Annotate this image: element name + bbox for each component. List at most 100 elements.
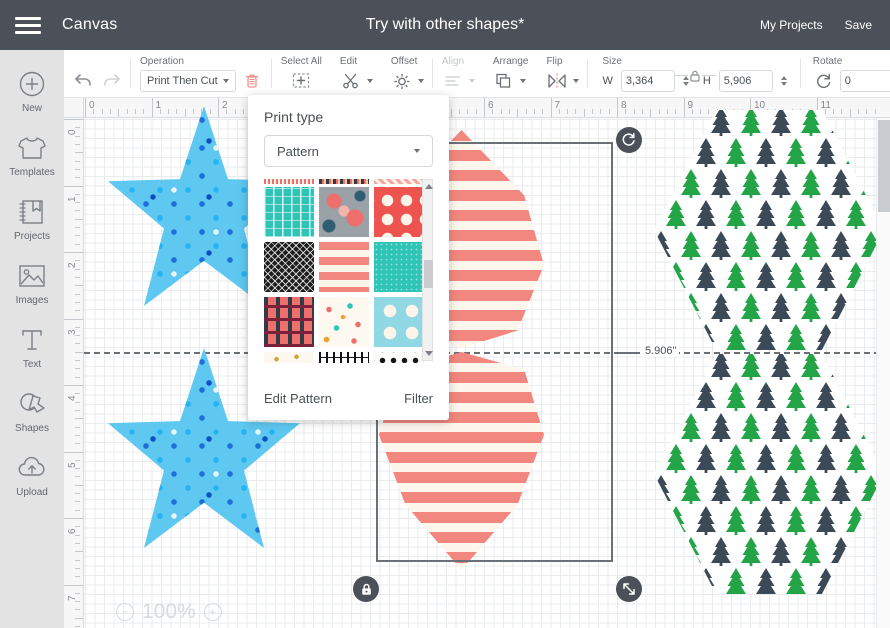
ruler-minor-tick xyxy=(666,109,668,114)
sidebar-item-images[interactable]: Images xyxy=(0,254,64,312)
ruler-major-tick xyxy=(617,98,618,117)
pine-tree-icon xyxy=(828,168,854,201)
sidebar-item-upload[interactable]: Upload xyxy=(0,446,64,504)
pattern-scrollbar-thumb[interactable] xyxy=(424,260,433,288)
pattern-swatch-light-blue-dots[interactable] xyxy=(374,297,424,347)
select-all-icon[interactable] xyxy=(290,70,312,92)
height-dimension-tick xyxy=(618,352,640,354)
canvas-grid[interactable]: 3.364" 5.906" − 100% + xyxy=(84,106,890,628)
ruler-minor-tick xyxy=(650,109,652,117)
height-stepper[interactable] xyxy=(780,75,787,86)
ruler-minor-tick xyxy=(75,459,80,461)
pine-tree-icon xyxy=(678,230,704,263)
hexagon-trees-bottom[interactable] xyxy=(654,354,884,594)
pattern-swatch-red-polka-dots[interactable] xyxy=(374,187,424,237)
pattern-sliver[interactable] xyxy=(374,179,424,184)
pattern-sliver[interactable] xyxy=(264,179,314,184)
ruler-minor-tick xyxy=(75,443,80,445)
pine-tree-icon xyxy=(723,323,749,350)
pattern-scrollbar[interactable] xyxy=(422,179,433,361)
sidebar-item-shapes[interactable]: Shapes xyxy=(0,382,64,440)
edit-pattern-link[interactable]: Edit Pattern xyxy=(264,391,332,406)
print-type-select[interactable]: Pattern xyxy=(264,135,433,167)
resize-handle[interactable] xyxy=(616,576,642,602)
pine-tree-icon xyxy=(813,323,839,350)
pine-tree-icon xyxy=(828,474,854,507)
ruler-minor-tick xyxy=(75,501,80,503)
scissors-icon[interactable] xyxy=(340,70,362,92)
scrollbar-thumb[interactable] xyxy=(878,120,890,212)
lock-handle-icon xyxy=(361,583,371,595)
ruler-major-tick xyxy=(683,98,685,117)
pattern-swatch-confetti-speckle[interactable] xyxy=(319,297,369,347)
offset-icon[interactable] xyxy=(391,70,413,92)
pattern-swatch-teal-texture[interactable] xyxy=(374,242,424,292)
ruler-minor-tick xyxy=(450,109,452,117)
pine-tree-icon xyxy=(813,567,839,594)
undo-arrow-icon[interactable] xyxy=(73,69,95,91)
canvas-area[interactable]: 01234567891011 01234567 3.364" 5.906" xyxy=(64,98,890,628)
pattern-swatch-floral-roses-gray[interactable] xyxy=(319,187,369,237)
ruler-minor-tick xyxy=(75,160,80,162)
chevron-down-icon[interactable] xyxy=(366,78,373,83)
size-group: Size W 3,364 H 5,906 xyxy=(588,50,802,97)
pattern-grid[interactable] xyxy=(264,187,424,363)
rotate-icon[interactable] xyxy=(813,70,835,92)
minus-circle-icon[interactable]: − xyxy=(116,603,134,621)
pine-tree-icon xyxy=(738,536,764,569)
ruler-minor-tick xyxy=(75,310,80,312)
ruler-minor-tick xyxy=(708,109,710,114)
flip-icon[interactable] xyxy=(546,70,568,92)
pine-tree-icon xyxy=(753,443,779,476)
sidebar-item-new[interactable]: New xyxy=(0,62,64,120)
chevron-down-icon[interactable] xyxy=(519,78,526,83)
pattern-swatch-black-chevron[interactable] xyxy=(264,242,314,292)
pine-tree-icon xyxy=(843,199,869,232)
pattern-swatch-teal-wavy-lines[interactable] xyxy=(264,187,314,237)
pattern-swatch-black-white-sketch[interactable] xyxy=(319,352,369,363)
pine-tree-icon xyxy=(738,168,764,201)
pattern-swatch-black-dots-white[interactable] xyxy=(374,352,424,363)
trash-icon[interactable] xyxy=(241,70,263,92)
chevron-down-icon[interactable] xyxy=(573,78,580,83)
hexagon-trees-top[interactable] xyxy=(654,110,884,350)
sidebar-item-label: Upload xyxy=(16,487,48,498)
chevron-down-icon[interactable] xyxy=(417,78,424,83)
pine-tree-icon xyxy=(798,292,824,325)
triangle-up-icon[interactable] xyxy=(425,184,433,189)
height-input[interactable]: 5,906 xyxy=(718,69,773,92)
pine-tree-icon xyxy=(768,412,794,445)
hamburger-icon[interactable] xyxy=(0,0,56,50)
ruler-minor-tick xyxy=(75,509,80,511)
rotate-handle[interactable] xyxy=(616,127,642,153)
lock-handle[interactable] xyxy=(353,576,379,602)
arrange-layers-icon[interactable] xyxy=(493,70,515,92)
pine-tree-icon xyxy=(654,354,674,383)
pattern-swatch-cream-gold-specks[interactable] xyxy=(264,352,314,363)
filter-link[interactable]: Filter xyxy=(404,391,433,406)
ruler-minor-tick xyxy=(575,109,577,114)
my-projects-link[interactable]: My Projects xyxy=(760,18,823,32)
sidebar-item-text[interactable]: Text xyxy=(0,318,64,376)
plus-circle-icon[interactable]: + xyxy=(203,603,222,621)
rotate-input[interactable]: 0 xyxy=(839,69,890,92)
ruler-minor-tick xyxy=(75,260,80,262)
ruler-minor-tick xyxy=(592,109,594,114)
pine-tree-icon xyxy=(693,443,719,476)
select-all-group: Select All xyxy=(272,50,331,97)
ruler-minor-tick xyxy=(75,609,80,611)
save-button[interactable]: Save xyxy=(845,18,872,32)
pattern-sliver[interactable] xyxy=(319,179,369,184)
sidebar-item-projects[interactable]: Projects xyxy=(0,190,64,248)
canvas-vertical-scrollbar[interactable] xyxy=(876,118,890,628)
pattern-swatch-coral-stripes-arrow[interactable] xyxy=(319,242,369,292)
ruler-minor-tick xyxy=(641,109,643,114)
pattern-swatch-red-xoxo-text[interactable] xyxy=(264,297,314,347)
operation-select[interactable]: Print Then Cut xyxy=(140,69,236,92)
lock-aspect-ratio[interactable] xyxy=(673,69,716,83)
width-input[interactable]: 3,364 xyxy=(620,69,675,92)
sidebar-item-templates[interactable]: Templates xyxy=(0,126,64,184)
redo-arrow-icon[interactable] xyxy=(100,69,122,91)
pine-tree-icon xyxy=(783,567,809,594)
triangle-down-icon[interactable] xyxy=(425,351,433,356)
